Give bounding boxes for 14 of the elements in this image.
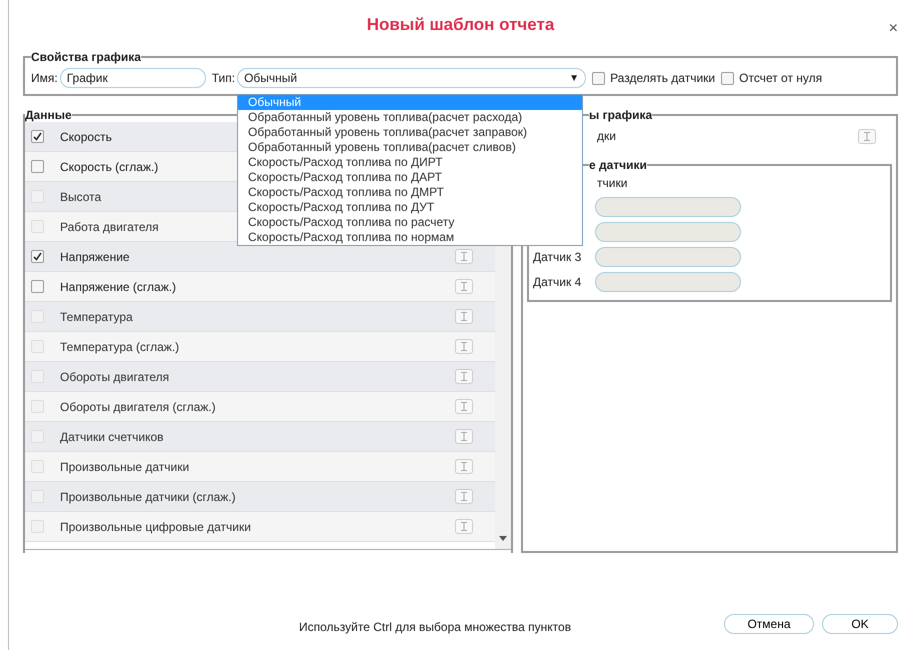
name-label: Имя:	[31, 71, 58, 85]
checkbox-label: Разделять датчики	[610, 71, 716, 85]
checkbox-label: Отсчет от нуля	[739, 71, 822, 85]
group-legend: Свойства графика	[31, 50, 141, 64]
group-legend: ы графика	[589, 108, 652, 122]
hint-label: дки	[597, 129, 616, 143]
dialog-title: Новый шаблон отчета	[366, 15, 554, 35]
footer-hint: Используйте Ctrl для выбора множества пунктов	[299, 620, 572, 634]
type-label: Тип:	[212, 71, 236, 85]
sensor-label: Датчик 3	[533, 250, 582, 264]
sensor-label: Датчик 4	[533, 274, 582, 288]
group-legend: Данные	[25, 108, 72, 122]
sensors-label: тчики	[597, 176, 628, 190]
group-legend: е датчики	[589, 158, 647, 172]
